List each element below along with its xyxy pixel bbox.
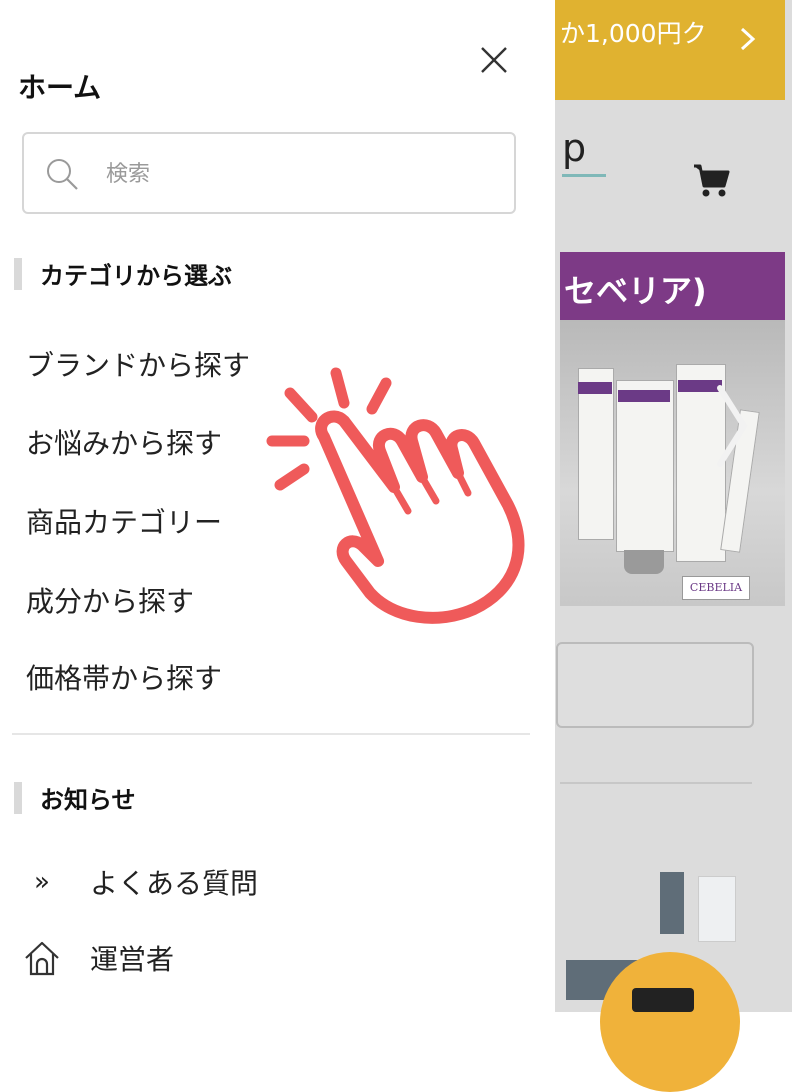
menu-item-faq-label: よくある質問 bbox=[90, 867, 259, 900]
section-accent-bar bbox=[14, 781, 22, 814]
menu-item-concern[interactable]: お悩みから探す bbox=[26, 422, 222, 462]
menu-item-operator[interactable]: 運営者 bbox=[18, 938, 174, 978]
background-search-field[interactable] bbox=[556, 642, 754, 728]
menu-item-ingredient[interactable]: 成分から探す bbox=[26, 580, 194, 620]
promo-top-banner-text: か1,000円ク bbox=[560, 19, 707, 48]
menu-item-operator-label: 運営者 bbox=[90, 943, 175, 976]
info-section-heading: お知らせ bbox=[14, 780, 136, 815]
product-thumbnail[interactable] bbox=[660, 872, 684, 934]
cart-icon[interactable] bbox=[690, 158, 734, 202]
category-section-label: カテゴリから選ぶ bbox=[40, 262, 232, 290]
close-icon[interactable] bbox=[474, 40, 514, 80]
menu-item-product-category[interactable]: 商品カテゴリー bbox=[26, 501, 222, 541]
floating-action-button[interactable] bbox=[600, 952, 740, 1092]
search-input[interactable] bbox=[106, 156, 486, 192]
chevron-right-icon[interactable] bbox=[734, 26, 760, 52]
menu-item-price-range[interactable]: 価格帯から探す bbox=[26, 657, 222, 697]
category-section-heading: カテゴリから選ぶ bbox=[14, 256, 232, 291]
info-section-label: お知らせ bbox=[40, 786, 136, 814]
floating-button-icon bbox=[632, 988, 694, 1012]
search-box[interactable] bbox=[22, 132, 516, 214]
double-chevron-icon: » bbox=[34, 867, 50, 897]
menu-item-brand[interactable]: ブランドから探す bbox=[26, 344, 250, 384]
product-brand-chip bbox=[578, 382, 612, 394]
site-logo-partial: p bbox=[562, 126, 587, 170]
section-divider bbox=[12, 733, 530, 735]
background-divider bbox=[560, 782, 752, 784]
promo-campaign-text: セベリア) bbox=[564, 272, 707, 310]
product-thumbnail[interactable] bbox=[698, 876, 736, 942]
section-accent-bar bbox=[14, 257, 22, 290]
logo-underline bbox=[562, 174, 606, 177]
house-icon bbox=[18, 938, 66, 978]
carousel-next-icon[interactable] bbox=[706, 380, 754, 472]
menu-item-faq[interactable]: » よくある質問 bbox=[18, 862, 258, 902]
product-tube bbox=[616, 380, 674, 552]
product-tube-cap bbox=[624, 550, 664, 574]
side-drawer: ホーム カテゴリから選ぶ ブランドから探す お悩みから探す 商品カテゴリー 成分… bbox=[0, 0, 555, 1012]
brand-logo: CEBELIA bbox=[682, 576, 750, 600]
product-brand-chip bbox=[618, 390, 670, 402]
search-icon bbox=[47, 159, 78, 190]
drawer-home-link[interactable]: ホーム bbox=[18, 66, 101, 106]
